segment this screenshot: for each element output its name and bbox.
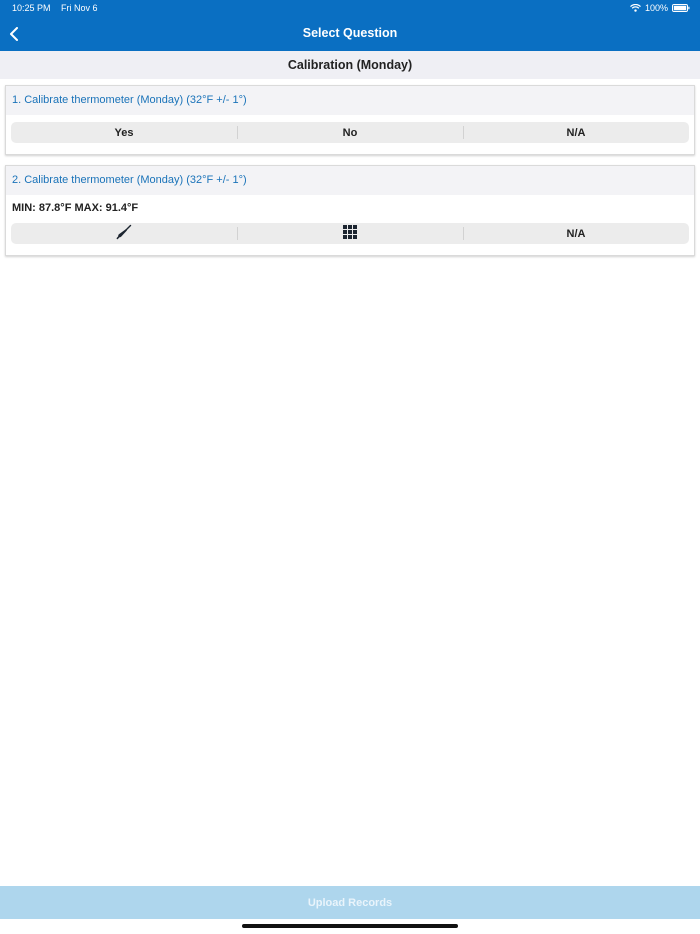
answer-segmented-control: Yes No N/A — [11, 122, 689, 143]
battery-percent: 100% — [644, 3, 668, 13]
thermometer-probe-icon — [116, 224, 132, 243]
wifi-icon — [630, 4, 641, 12]
answer-na-button[interactable]: N/A — [463, 122, 689, 143]
navigation-bar: 10:25 PM Fri Nov 6 100% Select Question — [0, 0, 700, 51]
question-title: 1. Calibrate thermometer (Monday) (32°F … — [6, 86, 694, 115]
question-title: 2. Calibrate thermometer (Monday) (32°F … — [6, 166, 694, 195]
probe-button[interactable] — [11, 223, 237, 244]
answer-na-button[interactable]: N/A — [463, 223, 689, 244]
status-date: Fri Nov 6 — [61, 3, 98, 13]
home-indicator — [242, 924, 458, 928]
temperature-reading: MIN: 87.8°F MAX: 91.4°F — [12, 202, 139, 214]
answer-yes-button[interactable]: Yes — [11, 122, 237, 143]
battery-icon — [672, 4, 690, 12]
page-title: Select Question — [302, 26, 398, 40]
upload-records-button[interactable]: Upload Records — [0, 886, 700, 919]
status-time: 10:25 PM — [12, 3, 51, 13]
keypad-grid-icon — [343, 225, 357, 242]
question-card-2: 2. Calibrate thermometer (Monday) (32°F … — [5, 165, 695, 256]
question-card-1: 1. Calibrate thermometer (Monday) (32°F … — [5, 85, 695, 155]
app-screen: 10:25 PM Fri Nov 6 100% Select Question … — [0, 0, 700, 934]
status-bar-left: 10:25 PM Fri Nov 6 — [12, 3, 98, 13]
section-header: Calibration (Monday) — [0, 51, 700, 79]
status-bar-right: 100% — [630, 3, 690, 13]
keypad-button[interactable] — [237, 223, 463, 244]
answer-segmented-control: N/A — [11, 223, 689, 244]
answer-no-button[interactable]: No — [237, 122, 463, 143]
